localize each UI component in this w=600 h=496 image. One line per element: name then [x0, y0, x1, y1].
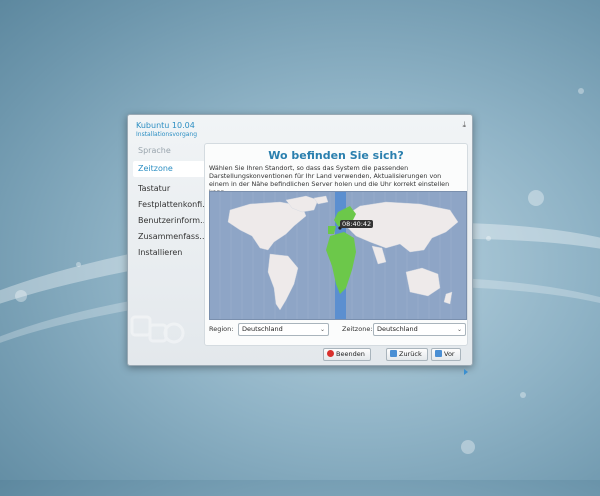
step-zeitzone: Zeitzone	[133, 161, 205, 177]
forward-button[interactable]: Vor	[431, 348, 461, 361]
step-installieren: Installieren	[138, 248, 183, 257]
chevron-down-icon: ⌄	[456, 326, 462, 333]
desktop-bubble	[76, 262, 81, 267]
window-title: Kubuntu 10.04	[136, 121, 195, 130]
mouse-cursor-icon	[464, 369, 468, 375]
quit-button[interactable]: Beenden	[323, 348, 371, 361]
desktop-bubble	[520, 392, 526, 398]
download-icon[interactable]: ⤓	[462, 120, 466, 130]
desktop-bubble	[578, 88, 584, 94]
step-festplatten: Festplattenkonfi…	[138, 200, 205, 209]
desktop-bubble	[486, 236, 491, 241]
region-label: Region:	[209, 325, 234, 333]
kubuntu-logo-deco	[130, 315, 185, 344]
timezone-value: Deutschland	[377, 325, 418, 333]
steps-sidebar: Sprache Zeitzone Tastatur Festplattenkon…	[133, 143, 205, 261]
quit-icon	[327, 350, 334, 357]
step-benutzer: Benutzerinform…	[138, 216, 205, 225]
desktop-bubble	[15, 290, 27, 302]
timezone-controls: Region: Deutschland ⌄ Zeitzone: Deutschl…	[209, 323, 466, 337]
world-map[interactable]	[210, 192, 466, 319]
arrow-left-icon	[390, 350, 397, 357]
step-tastatur: Tastatur	[138, 184, 171, 193]
desktop-bubble	[528, 190, 544, 206]
timezone-label: Zeitzone:	[342, 325, 373, 333]
installer-window: Kubuntu 10.04 Installationsvorgang ⤓ Spr…	[127, 114, 473, 366]
page-heading: Wo befinden Sie sich?	[268, 149, 404, 162]
step-zusammenfassung: Zusammenfass…	[138, 232, 205, 241]
arrow-right-icon	[435, 350, 442, 357]
timezone-map[interactable]: 08:40:42	[209, 191, 467, 320]
step-sprache: Sprache	[138, 146, 171, 155]
back-label: Zurück	[399, 350, 422, 358]
main-panel: Wo befinden Sie sich? Wählen Sie Ihren S…	[204, 143, 468, 346]
timezone-select[interactable]: Deutschland ⌄	[373, 323, 466, 336]
region-select[interactable]: Deutschland ⌄	[238, 323, 329, 336]
window-subtitle: Installationsvorgang	[136, 131, 198, 138]
map-time-label: 08:40:42	[340, 220, 374, 228]
desktop-bubble	[461, 440, 475, 454]
forward-label: Vor	[444, 350, 455, 358]
chevron-down-icon: ⌄	[319, 326, 325, 333]
back-button[interactable]: Zurück	[386, 348, 428, 361]
quit-label: Beenden	[336, 350, 365, 358]
region-value: Deutschland	[242, 325, 283, 333]
